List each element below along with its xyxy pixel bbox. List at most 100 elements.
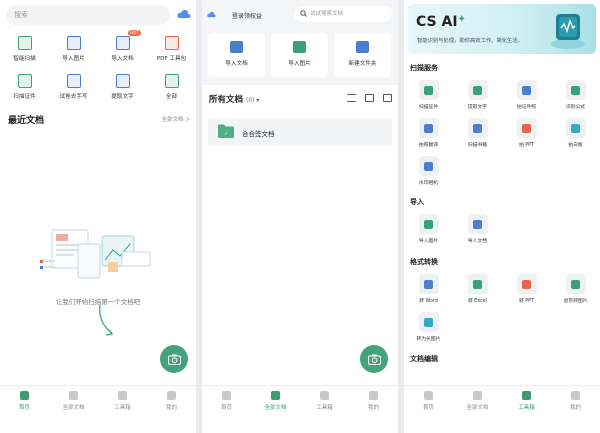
tab-docs[interactable]: 全部文档: [251, 386, 300, 433]
tab-home[interactable]: 首页: [0, 386, 49, 433]
tool-label: 智能扫描: [13, 56, 36, 62]
svg-text:✓: ✓: [224, 131, 228, 137]
card-import-image[interactable]: 导入图片: [271, 33, 328, 77]
tool-photo-id[interactable]: 拍证件照: [502, 80, 551, 110]
tab-label: 我的: [165, 405, 177, 411]
tool-ppt-convert[interactable]: 转 PPT: [502, 274, 551, 304]
camera-fab-button[interactable]: [360, 345, 388, 373]
section-title: 导入: [410, 198, 424, 206]
tool-word[interactable]: 转 Word: [404, 274, 453, 304]
empty-illustration: [40, 229, 151, 279]
tool-label: 退页转图片: [563, 299, 588, 304]
tool-ppt[interactable]: 拍 PPT: [502, 118, 551, 148]
tool-label: 提取文字: [111, 94, 134, 100]
section-title: 文档编辑: [410, 355, 438, 363]
tool-label: 扫描书籍: [467, 143, 488, 148]
search-input[interactable]: 试试搜索文档: [294, 6, 392, 22]
tool-page-image[interactable]: 退页转图片: [551, 274, 600, 304]
tool-label: 转 Excel: [467, 299, 488, 304]
tool-formula[interactable]: 识别公式: [551, 80, 600, 110]
grid-icon: [164, 74, 179, 88]
docs-icon: [271, 391, 280, 400]
tool-label: 扫描证件: [13, 94, 36, 100]
tab-label: 工具箱: [316, 405, 333, 411]
text-icon: [467, 80, 488, 100]
tool-long-image[interactable]: 转为长图片: [404, 312, 453, 342]
tool-grid[interactable]: 全部: [147, 74, 196, 100]
tool-label: 提取文字: [467, 105, 488, 110]
pdf-icon: [164, 36, 179, 50]
bottom-tab-bar: 首页 全部文档 工具箱 我的: [202, 385, 398, 433]
tab-home[interactable]: 首页: [202, 386, 251, 433]
tool-pdf[interactable]: PDF 工具包: [147, 36, 196, 62]
tool-label: 拍白板: [568, 143, 583, 148]
tool-id-scan[interactable]: 扫描证件: [404, 80, 453, 110]
id-card-icon: [17, 74, 32, 88]
all-docs-title[interactable]: 所有文档 (0) ▾: [209, 93, 259, 105]
ppt-convert-icon: [516, 274, 537, 294]
folder-item[interactable]: ✓ 合合签文档: [208, 119, 392, 145]
tool-label: 导入文档: [111, 56, 134, 62]
tab-user[interactable]: 我的: [147, 386, 196, 433]
photo-id-icon: [516, 80, 537, 100]
card-import-doc[interactable]: 导入文档: [208, 33, 265, 77]
tool-import-image[interactable]: 导入图片: [404, 214, 453, 244]
tab-docs[interactable]: 全部文档: [49, 386, 98, 433]
tab-label: 首页: [18, 405, 30, 411]
tab-docs[interactable]: 全部文档: [453, 386, 502, 433]
tool-image[interactable]: 导入图片: [49, 36, 98, 62]
login-rewards-link[interactable]: 登录领权益: [232, 11, 262, 20]
search-input[interactable]: 搜索: [6, 5, 170, 25]
hot-badge: HOT: [128, 30, 141, 36]
tab-user[interactable]: 我的: [349, 386, 398, 433]
all-docs-link[interactable]: 全部文档 >: [162, 115, 190, 123]
grid-view-icon[interactable]: [365, 94, 374, 102]
camera-icon: [167, 354, 181, 365]
tab-toolbox[interactable]: 工具箱: [300, 386, 349, 433]
tool-label: 拍证件照: [516, 105, 537, 110]
tab-toolbox[interactable]: 工具箱: [502, 386, 551, 433]
folder-icon: ✓: [218, 124, 234, 138]
tool-whiteboard[interactable]: 拍白板: [551, 118, 600, 148]
tab-label: 全部文档: [466, 405, 489, 411]
tool-watermark-camera[interactable]: 水印相机: [404, 156, 453, 186]
quick-tools-grid: 智能扫描 导入图片 HOT 导入文档 PDF 工具包扫描证件 试卷去手写 提取文字 全部: [0, 30, 196, 100]
tool-document[interactable]: HOT 导入文档: [98, 30, 147, 62]
tool-id-card[interactable]: 扫描证件: [0, 74, 49, 100]
camera-fab-button[interactable]: [160, 345, 188, 373]
user-icon: [571, 391, 580, 400]
tool-import-doc[interactable]: 导入文档: [453, 214, 502, 244]
sparkle-icon: ✦: [457, 14, 466, 25]
tab-label: 首页: [422, 405, 434, 411]
banner-title: CS AI✦: [416, 14, 466, 30]
home-icon: [222, 391, 231, 400]
select-icon[interactable]: [383, 94, 392, 102]
tool-translate[interactable]: 拍照翻译: [404, 118, 453, 148]
tool-label: 导入图片: [418, 239, 439, 244]
tab-user[interactable]: 我的: [551, 386, 600, 433]
image-icon: [66, 36, 81, 50]
tab-home[interactable]: 首页: [404, 386, 453, 433]
cloud-icon[interactable]: [207, 11, 216, 18]
toolbox-icon: [522, 391, 531, 400]
docs-toolbar: [347, 94, 392, 102]
tool-book[interactable]: 扫描书籍: [453, 118, 502, 148]
card-label: 导入文档: [225, 61, 248, 67]
sort-icon[interactable]: [347, 94, 356, 102]
tool-scan[interactable]: 智能扫描: [0, 36, 49, 62]
user-icon: [369, 391, 378, 400]
tool-text-extract[interactable]: 提取文字: [98, 74, 147, 100]
recent-docs-title: 最近文档: [8, 116, 45, 126]
tab-label: 全部文档: [62, 405, 85, 411]
tool-excel[interactable]: 转 Excel: [453, 274, 502, 304]
translate-icon: [418, 118, 439, 138]
tab-label: 工具箱: [518, 405, 535, 411]
cs-ai-banner[interactable]: CS AI✦ 智能识别与处理，助你高效工作、简化生活。: [408, 4, 596, 54]
tool-text[interactable]: 提取文字: [453, 80, 502, 110]
tool-label: 试卷去手写: [59, 94, 88, 100]
tool-eraser[interactable]: 试卷去手写: [49, 74, 98, 100]
cloud-icon[interactable]: [177, 9, 191, 19]
ai-chip-icon: [551, 14, 585, 49]
card-new-folder[interactable]: 新建文件夹: [334, 33, 391, 77]
tab-toolbox[interactable]: 工具箱: [98, 386, 147, 433]
